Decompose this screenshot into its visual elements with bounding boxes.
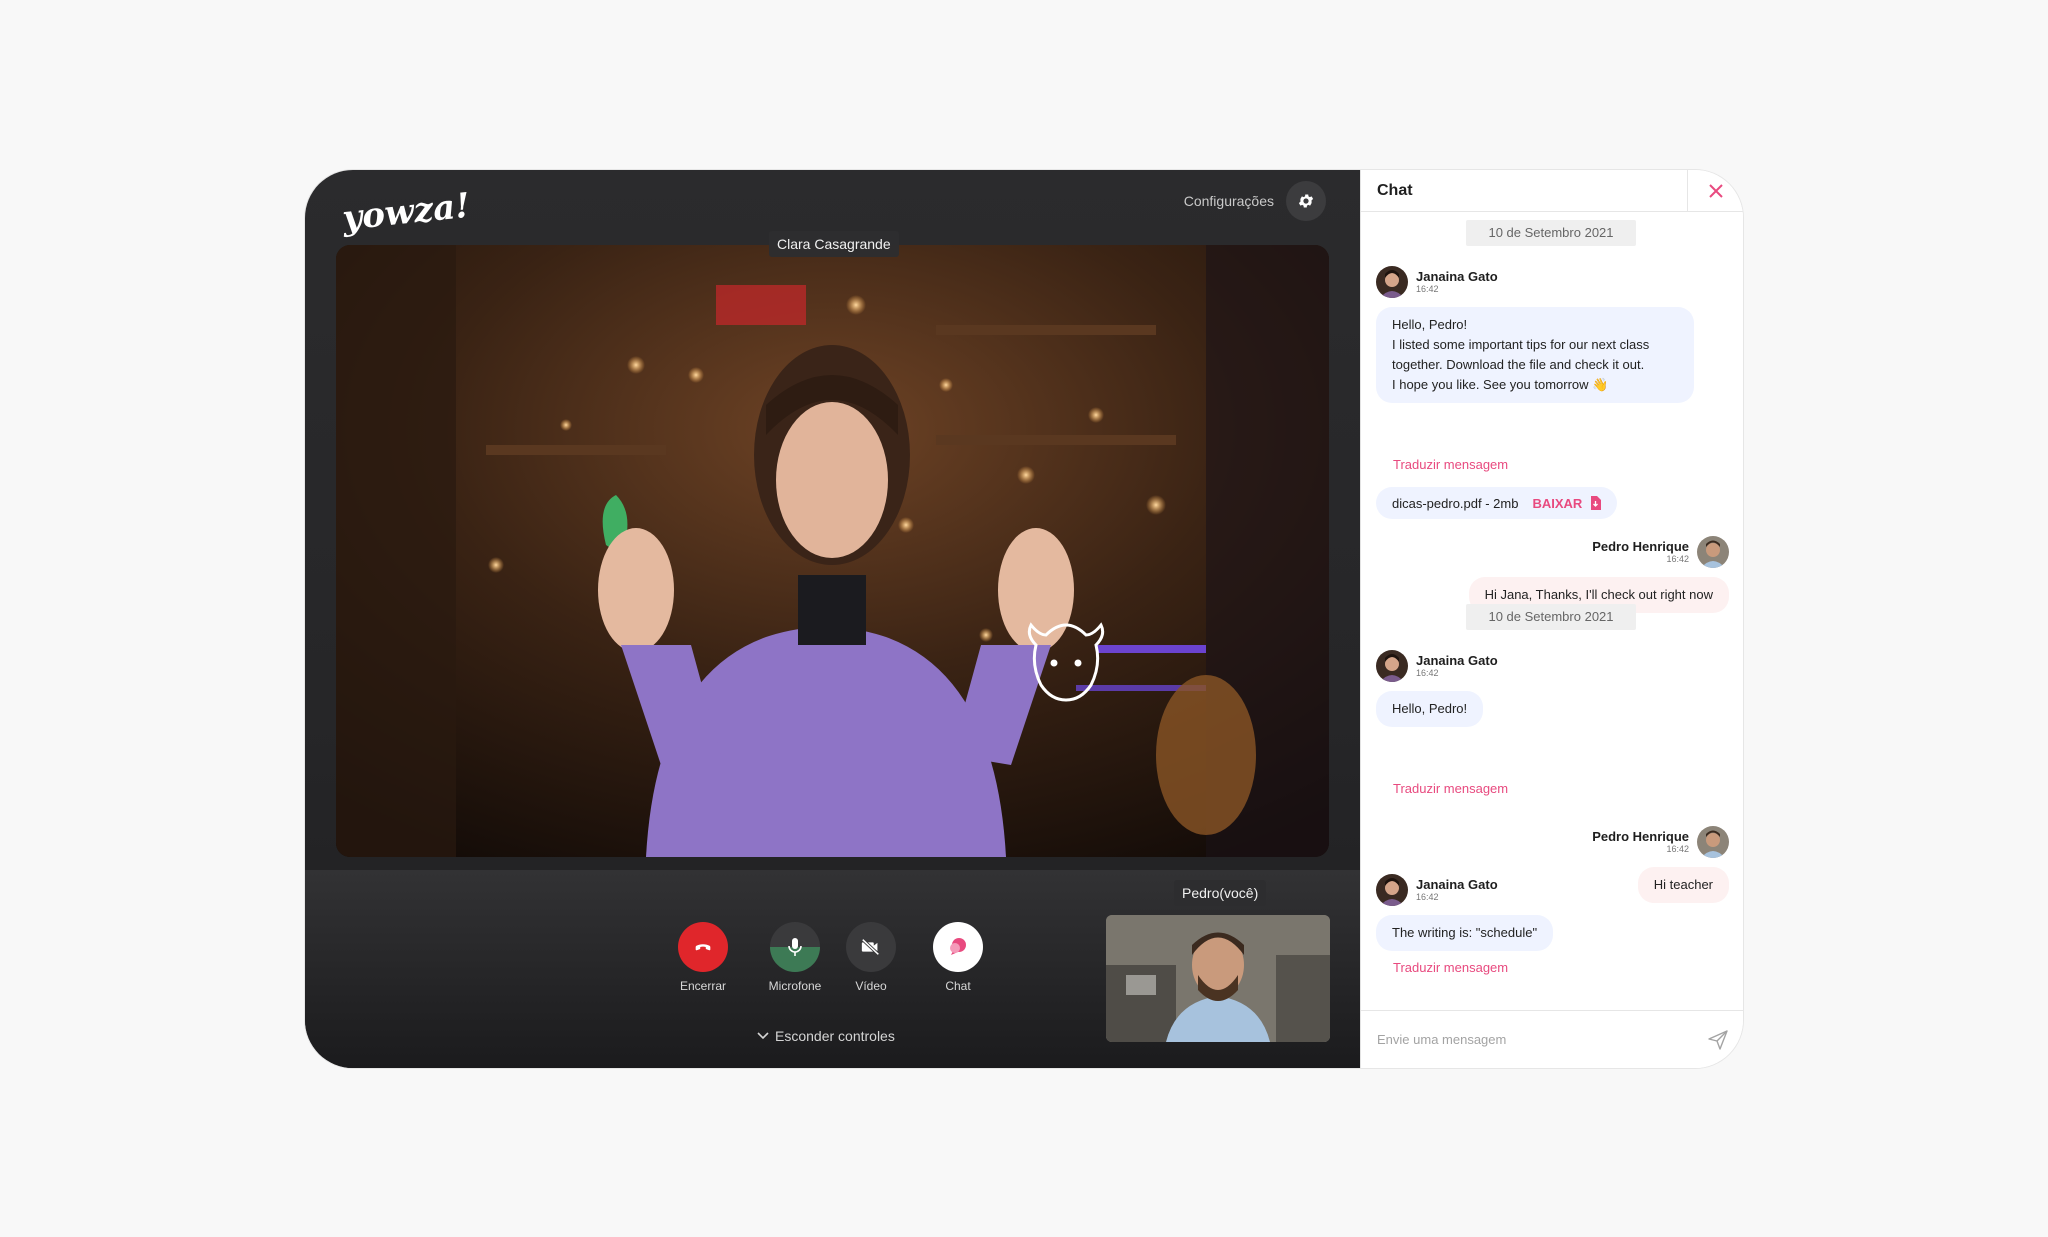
chat-control: Chat [918,922,998,993]
main-video-frame [336,245,1329,857]
self-video[interactable] [1106,915,1330,1042]
message-input[interactable] [1377,1032,1677,1047]
translate-message-link[interactable]: Traduzir mensagem [1393,457,1508,472]
avatar [1697,536,1729,568]
sender-meta: Janaina Gato 16:42 [1416,653,1498,679]
chat-bubble-icon [950,938,966,955]
video-control: Vídeo [831,922,911,993]
avatar [1697,826,1729,858]
microphone-label: Microfone [768,979,822,993]
send-icon[interactable] [1708,1029,1728,1050]
svg-text:yowza!: yowza! [339,186,471,239]
sender-meta: Janaina Gato 16:42 [1416,877,1498,903]
translate-message-link[interactable]: Traduzir mensagem [1393,781,1508,796]
chevron-down-icon [757,1032,769,1040]
yowza-logo: yowza! [339,186,471,239]
file-download-icon [1591,496,1602,510]
message-line: together. Download the file and check it… [1392,357,1645,372]
end-call-button[interactable] [678,922,728,972]
avatar [1376,650,1408,682]
file-attachment: dicas-pedro.pdf - 2mb BAIXAR [1376,487,1618,519]
chat-toggle-button[interactable] [933,922,983,972]
chat-messages: 10 de Setembro 2021 Janaina Gato 16:42 H… [1361,212,1743,1010]
video-toggle-button[interactable] [846,922,896,972]
close-chat-button[interactable] [1687,170,1743,212]
video-label: Vídeo [855,979,887,993]
hide-controls-label: Esconder controles [775,1028,895,1044]
message-sender: Janaina Gato 16:42 [1376,874,1498,906]
message-time: 16:42 [1416,892,1439,902]
sender-meta: Pedro Henrique 16:42 [1592,539,1689,565]
message-time: 16:42 [1666,554,1689,564]
chat-label: Chat [945,979,971,993]
microphone-control: Microfone [755,922,835,993]
message-bubble: Hi teacher [1637,867,1729,903]
sender-name: Pedro Henrique [1592,539,1689,554]
chat-panel: Chat 10 de Setembro 2021 Janaina Gato 16… [1360,170,1743,1068]
settings-label: Configurações [1183,193,1274,209]
video-area: yowza! Configurações Clara Casagrande En… [305,170,1360,1068]
close-icon [1708,184,1723,198]
microphone-button[interactable] [770,922,820,972]
settings-area: Configurações [1184,181,1326,221]
message-line: I hope you like. See you tomorrow 👋 [1392,377,1609,392]
gear-icon [1298,194,1314,208]
microphone-icon [788,938,802,956]
sender-meta: Janaina Gato 16:42 [1416,269,1498,295]
message-time: 16:42 [1416,284,1439,294]
chat-header: Chat [1361,170,1743,212]
main-participant-name-tag: Clara Casagrande [769,231,899,257]
message-sender: Janaina Gato 16:42 [1376,266,1498,298]
self-video-frame [1106,915,1330,1042]
settings-button[interactable] [1286,181,1326,221]
message-line: Hello, Pedro! [1392,317,1468,332]
avatar [1376,874,1408,906]
chat-title: Chat [1377,181,1413,199]
message-sender: Pedro Henrique 16:42 [1592,826,1729,858]
sender-meta: Pedro Henrique 16:42 [1592,829,1689,855]
self-name-tag: Pedro(você) [1174,880,1267,906]
avatar [1376,266,1408,298]
date-separator: 10 de Setembro 2021 [1466,220,1636,246]
end-call-label: Encerrar [679,979,726,993]
message-bubble: The writing is: "schedule" [1376,915,1554,951]
message-sender: Pedro Henrique 16:42 [1592,536,1729,568]
video-call-window: yowza! Configurações Clara Casagrande En… [305,170,1743,1068]
sender-name: Pedro Henrique [1592,829,1689,844]
message-time: 16:42 [1666,844,1689,854]
chat-input-bar [1361,1010,1743,1068]
hide-controls-button[interactable]: Esconder controles [757,1028,895,1044]
sender-name: Janaina Gato [1416,877,1498,892]
main-participant-video[interactable] [336,245,1329,857]
video-off-icon [861,938,880,956]
translate-message-link[interactable]: Traduzir mensagem [1393,960,1508,975]
end-call-control: Encerrar [663,922,743,993]
attachment-filename: dicas-pedro.pdf - 2mb [1392,495,1519,511]
download-label: BAIXAR [1532,495,1583,511]
message-sender: Janaina Gato 16:42 [1376,650,1498,682]
message-line: I listed some important tips for our nex… [1392,337,1650,352]
sender-name: Janaina Gato [1416,269,1498,284]
message-bubble: Hello, Pedro! I listed some important ti… [1376,307,1694,403]
message-time: 16:42 [1416,668,1439,678]
phone-hangup-icon [695,944,711,951]
date-separator: 10 de Setembro 2021 [1466,604,1636,630]
download-button[interactable]: BAIXAR [1532,495,1602,511]
sender-name: Janaina Gato [1416,653,1498,668]
message-bubble: Hello, Pedro! [1376,691,1484,727]
